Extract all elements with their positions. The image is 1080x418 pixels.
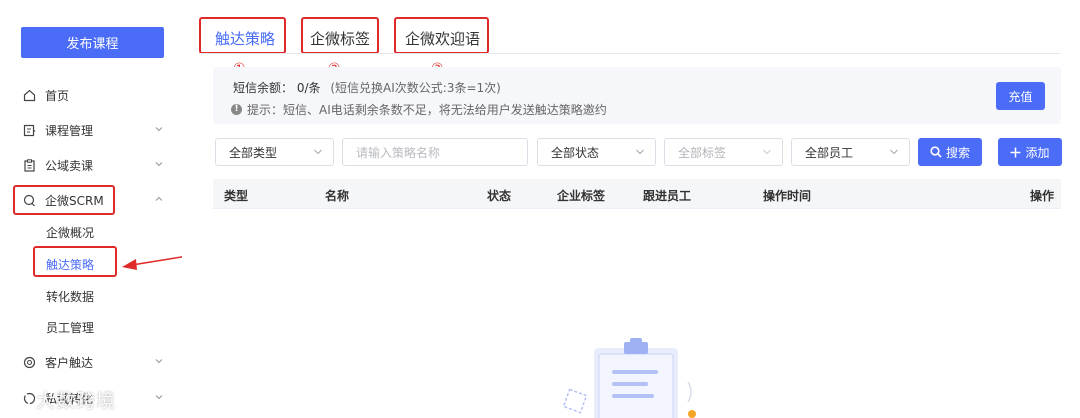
staff-select-value: 全部员工 [805,145,854,160]
sidebar-subitem-conversion-data[interactable]: 转化数据 [46,288,94,305]
chevron-down-icon [636,149,644,155]
type-select-value: 全部类型 [229,145,278,160]
main-panel: 触达策略 企微标签 企微欢迎语 ① ② ③ 短信余额： 0/条 (短信兑换AI次… [182,0,1080,418]
sidebar-item-label: 客户触达 [45,355,94,370]
plus-icon [1010,147,1021,158]
type-select[interactable]: 全部类型 [215,138,334,166]
column-header-actions: 操作 [1030,189,1055,203]
tab-touch-strategy[interactable]: 触达策略 [215,28,275,49]
search-icon [930,146,942,158]
sidebar-item-label: 课程管理 [45,123,94,138]
sms-balance-panel: 短信余额： 0/条 (短信兑换AI次数公式:3条=1次) ! 提示：短信、AI电… [213,67,1061,124]
column-header-tags: 企业标签 [557,189,606,203]
sidebar-item-label: 首页 [45,88,70,103]
watermark: 大数跨境 [8,386,116,413]
conversion-formula: (短信兑换AI次数公式:3条=1次) [330,81,501,95]
column-header-status: 状态 [487,189,512,203]
column-header-name: 名称 [325,189,350,203]
sidebar-item-home[interactable]: 首页 [0,81,182,109]
tab-wecom-tags[interactable]: 企微标签 [310,28,370,49]
target-icon [22,355,36,369]
sidebar-subitem-touch-strategy[interactable]: 触达策略 [46,256,94,273]
add-button-label: 添加 [1025,145,1050,160]
sidebar-item-label: 公域卖课 [45,158,94,173]
column-header-time: 操作时间 [763,189,812,203]
chevron-down-icon [155,395,163,400]
sidebar-item-customer-touch[interactable]: 客户触达 [0,348,182,376]
clipboard-icon [22,158,36,172]
balance-value: 0/条 [296,81,321,95]
sidebar-subitem-staff-management[interactable]: 员工管理 [46,319,94,336]
recharge-button[interactable]: 充值 [996,82,1045,110]
search-button-label: 搜索 [945,145,970,160]
chevron-down-icon [763,149,771,155]
sidebar-item-course-management[interactable]: 课程管理 [0,116,182,144]
chevron-down-icon [314,149,322,155]
staff-select[interactable]: 全部员工 [791,138,910,166]
sidebar-subitem-overview[interactable]: 企微概况 [46,224,94,241]
info-icon: ! [231,104,242,115]
tabs-divider [199,53,1060,54]
empty-state-illustration [562,338,696,418]
home-icon [22,88,36,102]
add-button[interactable]: 添加 [998,138,1062,166]
tab-wecom-welcome[interactable]: 企微欢迎语 [405,28,480,49]
balance-label: 短信余额： [233,81,294,95]
tag-select-value: 全部标签 [678,145,727,160]
tip-line: ! 提示：短信、AI电话剩余条数不足，将无法给用户发送触达策略邀约 [231,101,607,118]
sidebar: 发布课程 首页 课程管理 公域卖课 企微SCRM 企微概况 触达策略 转化数据 … [0,0,182,418]
sidebar-item-label: 企微SCRM [45,193,104,208]
search-button[interactable]: 搜索 [918,138,982,166]
watermark-logo-icon [10,391,31,409]
scrm-icon [22,193,36,207]
chevron-down-icon [890,149,898,155]
sidebar-item-scrm[interactable]: 企微SCRM [0,186,182,214]
status-select-value: 全部状态 [551,145,600,160]
chevron-down-icon [155,162,163,167]
sidebar-item-public-sales[interactable]: 公域卖课 [0,151,182,179]
status-select[interactable]: 全部状态 [537,138,656,166]
column-header-staff: 跟进员工 [643,189,692,203]
column-header-type: 类型 [224,189,249,203]
tag-select[interactable]: 全部标签 [664,138,783,166]
tip-text: 提示：短信、AI电话剩余条数不足，将无法给用户发送触达策略邀约 [247,103,607,117]
watermark-text: 大数跨境 [36,390,117,412]
strategy-name-placeholder: 请输入策略名称 [356,145,441,160]
publish-course-button[interactable]: 发布课程 [21,27,164,58]
chevron-up-icon [155,196,163,201]
chevron-down-icon [155,359,163,364]
sms-balance-line: 短信余额： 0/条 (短信兑换AI次数公式:3条=1次) [233,79,501,96]
strategy-name-input[interactable]: 请输入策略名称 [342,138,528,166]
course-icon [22,123,36,137]
table-header: 类型 名称 状态 企业标签 跟进员工 操作时间 操作 [213,179,1061,209]
chevron-down-icon [155,127,163,132]
